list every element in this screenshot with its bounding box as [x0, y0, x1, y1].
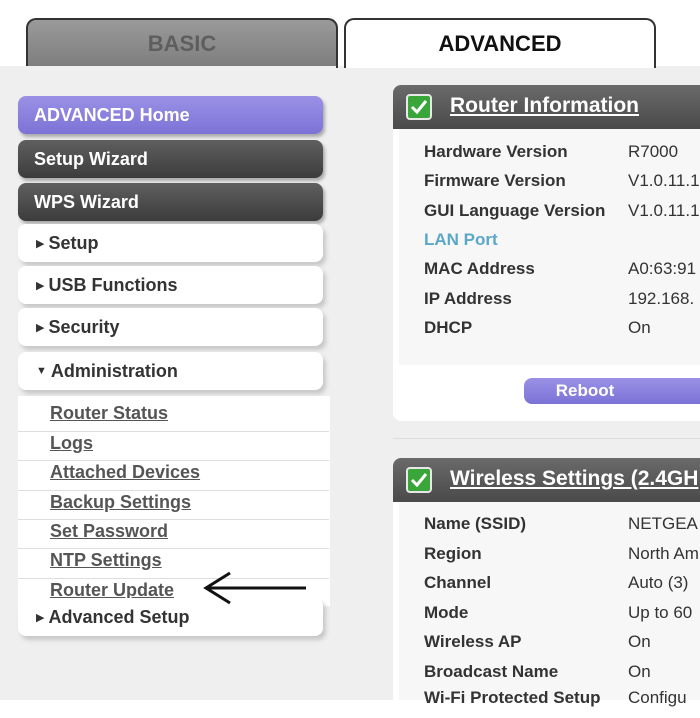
- reboot-label: Reboot: [555, 381, 615, 400]
- info-label: Firmware Version: [424, 171, 566, 190]
- divider: [18, 548, 329, 549]
- menu-setup-wizard[interactable]: Setup Wizard: [18, 140, 323, 178]
- checkmark-icon: [406, 467, 432, 493]
- submenu-logs[interactable]: Logs: [50, 433, 93, 454]
- left-arrow-icon: [203, 571, 306, 605]
- info-label: GUI Language Version: [424, 201, 606, 220]
- wireless-value: North Am: [628, 544, 699, 563]
- panel-header: Router Information: [393, 85, 700, 129]
- menu-advanced-home[interactable]: ADVANCED Home: [18, 96, 323, 134]
- info-label: IP Address: [424, 289, 512, 308]
- wireless-value: Up to 60: [628, 603, 693, 622]
- divider: [393, 438, 700, 439]
- expand-right-icon: ▶: [36, 279, 45, 292]
- menu-setup-wizard-label: Setup Wizard: [34, 148, 148, 169]
- router-info-title[interactable]: Router Information: [450, 94, 639, 118]
- tab-basic[interactable]: BASIC: [26, 18, 338, 68]
- submenu-attached-devices[interactable]: Attached Devices: [50, 462, 200, 483]
- submenu-router-status[interactable]: Router Status: [50, 403, 168, 424]
- reboot-button[interactable]: Reboot: [524, 378, 700, 404]
- wireless-value: Configu: [628, 688, 687, 707]
- info-value: R7000: [628, 142, 679, 161]
- info-value: V1.0.11.1: [628, 201, 700, 220]
- menu-administration-label: Administration: [50, 360, 178, 381]
- wireless-label: Wi-Fi Protected Setup: [424, 688, 601, 707]
- menu-administration[interactable]: ▼ Administration: [18, 352, 323, 390]
- wireless-value: On: [628, 662, 651, 681]
- menu-usb-functions-label: USB Functions: [48, 274, 178, 295]
- checkmark-icon: [406, 94, 432, 120]
- info-value: V1.0.11.1: [628, 171, 700, 190]
- menu-wps-wizard-label: WPS Wizard: [34, 191, 139, 212]
- menu-wps-wizard[interactable]: WPS Wizard: [18, 183, 323, 221]
- menu-advanced-setup-label: Advanced Setup: [48, 606, 190, 627]
- wireless-label: Mode: [424, 603, 469, 622]
- menu-setup-label: Setup: [48, 232, 99, 253]
- submenu-backup-settings[interactable]: Backup Settings: [50, 492, 191, 513]
- wireless-value: Auto (3): [628, 573, 689, 592]
- tab-advanced[interactable]: ADVANCED: [344, 18, 656, 68]
- info-label: Hardware Version: [424, 142, 568, 161]
- divider: [18, 490, 329, 491]
- divider: [18, 460, 329, 461]
- submenu-set-password[interactable]: Set Password: [50, 521, 168, 542]
- wireless-label: Broadcast Name: [424, 662, 559, 681]
- wireless-settings-title[interactable]: Wireless Settings (2.4GH: [450, 467, 698, 491]
- info-label: DHCP: [424, 318, 473, 337]
- menu-security-label: Security: [48, 316, 120, 337]
- wireless-label: Wireless AP: [424, 632, 522, 651]
- menu-usb-functions[interactable]: ▶ USB Functions: [18, 266, 323, 304]
- expand-right-icon: ▶: [36, 611, 45, 624]
- divider: [18, 519, 329, 520]
- collapse-down-icon: ▼: [36, 365, 47, 377]
- panel-header: Wireless Settings (2.4GH: [393, 458, 700, 502]
- expand-right-icon: ▶: [36, 321, 45, 334]
- wireless-label: Region: [424, 544, 482, 563]
- info-value: 192.168.: [628, 289, 695, 308]
- menu-security[interactable]: ▶ Security: [18, 308, 323, 346]
- lan-port-heading: LAN Port: [424, 230, 498, 249]
- menu-advanced-home-label: ADVANCED Home: [34, 104, 190, 125]
- wireless-label: Name (SSID): [424, 514, 527, 533]
- wireless-value: On: [628, 632, 651, 651]
- wireless-value: NETGEA: [628, 514, 698, 533]
- wireless-label: Channel: [424, 573, 492, 592]
- info-value: A0:63:91: [628, 259, 697, 278]
- menu-setup[interactable]: ▶ Setup: [18, 224, 323, 262]
- submenu-ntp-settings[interactable]: NTP Settings: [50, 550, 162, 571]
- tab-basic-label: BASIC: [147, 31, 217, 56]
- tab-advanced-label: ADVANCED: [438, 31, 562, 56]
- expand-right-icon: ▶: [36, 237, 45, 250]
- info-label: MAC Address: [424, 259, 535, 278]
- info-value: On: [628, 318, 651, 337]
- divider: [18, 431, 329, 432]
